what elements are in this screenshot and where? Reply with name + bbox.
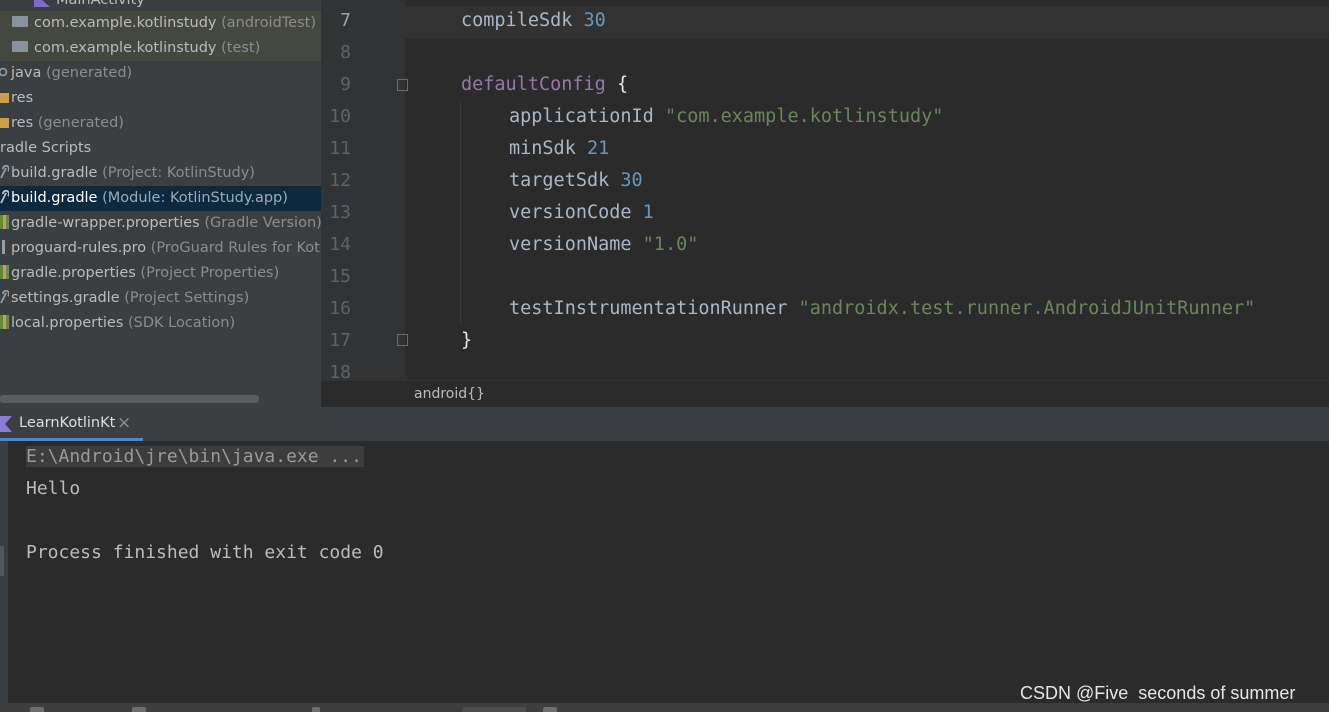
tree-item-label: radle Scripts [0, 140, 92, 156]
code-line-17: } [461, 330, 473, 351]
tree-item-hint: (generated) [37, 115, 124, 131]
tree-item-hint: (Project: KotlinStudy) [102, 165, 255, 181]
kotlin-file-icon [34, 0, 50, 7]
generated-source-icon [0, 67, 8, 77]
tool-window-button[interactable] [30, 707, 44, 712]
tree-item-label: settings.gradle [11, 290, 120, 306]
breadcrumb[interactable]: android{} [414, 386, 485, 402]
line-number: 10 [329, 106, 351, 127]
text-file-icon [2, 240, 5, 254]
close-icon[interactable]: × [117, 413, 131, 433]
console-toolbar-button[interactable] [0, 546, 4, 576]
tree-item-gradle-scripts[interactable]: radle Scripts [0, 136, 321, 161]
tool-window-strip [0, 703, 1329, 712]
code-editor[interactable]: 7 8 9 10 11 12 13 14 15 16 17 18 compile… [321, 0, 1329, 380]
tree-item-label: build.gradle [11, 165, 98, 181]
tree-item-res[interactable]: res [0, 86, 321, 111]
line-number: 14 [329, 234, 351, 255]
tree-item-android-test-package[interactable]: com.example.kotlinstudy (androidTest) [0, 11, 321, 36]
console-exit-message: Process finished with exit code 0 [26, 542, 384, 563]
console-output-line: Hello [26, 478, 81, 499]
package-folder-icon [12, 40, 28, 52]
tree-item-hint: (Project Properties) [140, 265, 280, 281]
line-number: 8 [340, 42, 351, 63]
tree-item-label: res [11, 115, 34, 131]
tree-item-label: com.example.kotlinstudy [34, 40, 217, 56]
code-line-7: compileSdk 30 [461, 10, 606, 31]
tool-window-button[interactable] [312, 707, 320, 712]
tool-window-button[interactable] [543, 707, 557, 712]
line-number: 9 [340, 74, 351, 95]
code-line-13: versionCode 1 [509, 202, 654, 223]
tab-label: LearnKotlinKt [19, 415, 116, 431]
resource-folder-icon [0, 118, 9, 128]
tool-window-button[interactable] [132, 707, 146, 712]
line-number: 7 [340, 10, 351, 31]
code-line-12: targetSdk 30 [509, 170, 643, 191]
breadcrumb-bar: android{} [321, 380, 1329, 408]
tree-item-build-gradle-project[interactable]: build.gradle (Project: KotlinStudy) [0, 161, 321, 186]
tree-horizontal-scrollbar[interactable] [0, 395, 259, 403]
fold-marker-icon[interactable] [397, 334, 408, 346]
tree-item-res-generated[interactable]: res (generated) [0, 111, 321, 136]
line-number: 15 [329, 266, 351, 287]
tree-item-label: com.example.kotlinstudy [34, 15, 217, 31]
line-number: 16 [329, 298, 351, 319]
code-line-10: applicationId "com.example.kotlinstudy" [509, 106, 944, 127]
code-line-9: defaultConfig { [461, 74, 629, 95]
indent-guide [460, 101, 461, 325]
tree-item-hint: (SDK Location) [128, 315, 236, 331]
tree-item-gradle-properties[interactable]: gradle.properties (Project Properties) [0, 261, 321, 286]
properties-file-icon [0, 265, 9, 279]
tree-item-label: res [11, 90, 34, 106]
gradle-icon [0, 290, 9, 304]
properties-file-icon [0, 215, 9, 229]
tree-item-hint: (Module: KotlinStudy.app) [102, 190, 288, 206]
tree-item-hint: (ProGuard Rules for KotlinS [150, 240, 321, 256]
properties-file-icon [0, 315, 9, 329]
tree-item-label: proguard-rules.pro [11, 240, 147, 256]
line-number: 18 [329, 362, 351, 380]
project-tree-panel: MainActivity com.example.kotlinstudy (an… [0, 0, 321, 407]
tree-item-label: gradle.properties [11, 265, 136, 281]
line-number-gutter: 7 8 9 10 11 12 13 14 15 16 17 18 [321, 0, 431, 380]
tree-item-settings-gradle[interactable]: settings.gradle (Project Settings) [0, 286, 321, 311]
line-number: 12 [329, 170, 351, 191]
tab-learnkotlinkt[interactable]: LearnKotlinKt × [0, 407, 143, 441]
run-tool-window-tabs: LearnKotlinKt × [0, 407, 1329, 441]
tree-item-label: build.gradle [11, 190, 98, 206]
fold-marker-icon[interactable] [397, 79, 408, 91]
tool-window-button[interactable] [462, 707, 526, 712]
resource-folder-icon [0, 93, 9, 103]
line-number: 17 [329, 330, 351, 351]
tree-item-label: java [11, 65, 42, 81]
tree-item-local-properties[interactable]: local.properties (SDK Location) [0, 311, 321, 336]
tree-item-hint: (generated) [46, 65, 133, 81]
tree-item-gradle-wrapper-properties[interactable]: gradle-wrapper.properties (Gradle Versio… [0, 211, 321, 236]
gradle-icon [0, 165, 9, 179]
tree-item-label: gradle-wrapper.properties [11, 215, 200, 231]
package-folder-icon [12, 15, 28, 27]
tree-item-hint: (androidTest) [221, 15, 317, 31]
tree-item-label: local.properties [11, 315, 124, 331]
watermark-text: CSDN @Five seconds of summer [1020, 683, 1296, 703]
gradle-icon [0, 190, 9, 204]
tree-item-java-generated[interactable]: java (generated) [0, 61, 321, 86]
code-line-11: minSdk 21 [509, 138, 610, 159]
tree-item-test-package[interactable]: com.example.kotlinstudy (test) [0, 36, 321, 61]
line-number: 11 [329, 138, 351, 159]
code-line-16: testInstrumentationRunner "androidx.test… [509, 298, 1256, 319]
console-command-line[interactable]: E:\Android\jre\bin\java.exe ... [26, 441, 364, 473]
run-console[interactable]: E:\Android\jre\bin\java.exe ... Hello Pr… [0, 441, 1329, 703]
tree-item-hint: (Project Settings) [124, 290, 250, 306]
tree-item-build-gradle-module[interactable]: build.gradle (Module: KotlinStudy.app) [0, 186, 321, 211]
tree-item-label: MainActivity [56, 0, 145, 8]
tree-item-proguard-rules[interactable]: proguard-rules.pro (ProGuard Rules for K… [0, 236, 321, 261]
kotlin-run-config-icon [0, 416, 12, 432]
tree-item-hint: (Gradle Version) [204, 215, 321, 231]
tree-item-hint: (test) [221, 40, 261, 56]
code-line-14: versionName "1.0" [509, 234, 699, 255]
line-number: 13 [329, 202, 351, 223]
